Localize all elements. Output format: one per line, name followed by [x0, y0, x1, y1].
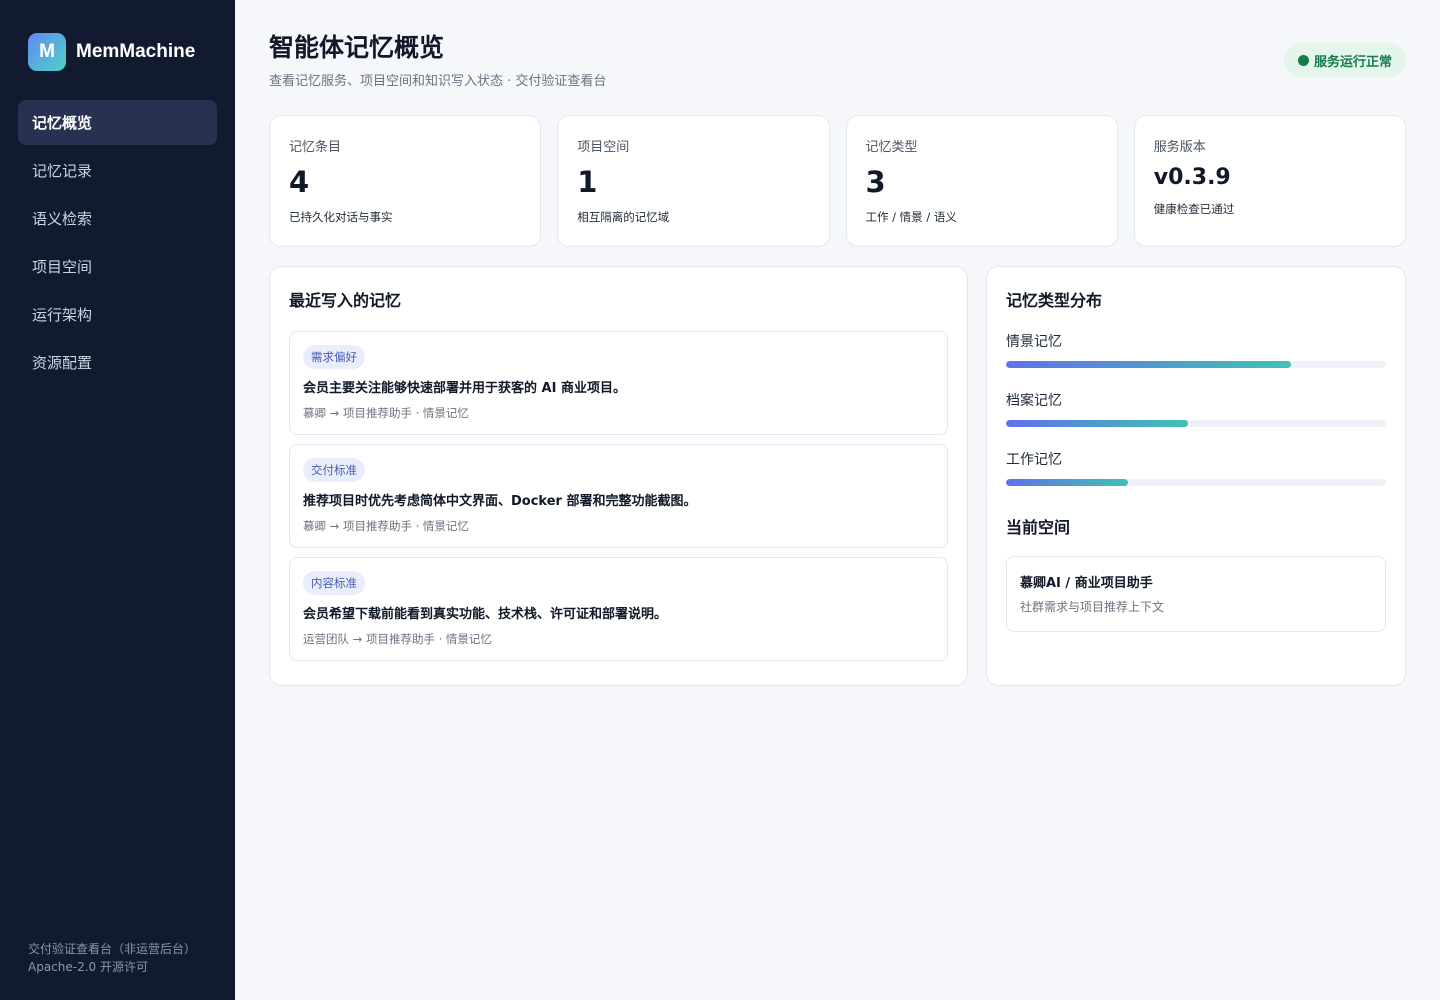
progress-fill — [1006, 479, 1128, 486]
sidebar-item-records[interactable]: 记忆记录 — [18, 148, 217, 193]
sidebar-item-semantic-search[interactable]: 语义检索 — [18, 196, 217, 241]
memory-text: 推荐项目时优先考虑简体中文界面、Docker 部署和完整功能截图。 — [303, 494, 697, 509]
memory-tag: 交付标准 — [303, 458, 365, 482]
sidebar-item-label: 运行架构 — [32, 306, 93, 324]
memory-text: 会员希望下载前能看到真实功能、技术栈、许可证和部署说明。 — [303, 607, 668, 622]
app-root: M MemMachine 记忆概览 记忆记录 语义检索 项目空间 运行架构 资源… — [0, 0, 1440, 1000]
space-name: 慕卿AI / 商业项目助手 — [1020, 576, 1153, 591]
memory-tag: 内容标准 — [303, 571, 365, 595]
memory-text: 会员主要关注能够快速部署并用于获客的 AI 商业项目。 — [303, 381, 626, 396]
list-item[interactable]: 交付标准 推荐项目时优先考虑简体中文界面、Docker 部署和完整功能截图。 慕… — [289, 444, 948, 548]
page-subtitle: 查看记忆服务、项目空间和知识写入状态 · 交付验证查看台 — [269, 74, 607, 89]
memory-tag: 需求偏好 — [303, 345, 365, 369]
status-text: 服务运行正常 — [1313, 54, 1392, 70]
distribution-label: 情景记忆 — [1006, 334, 1062, 350]
footer-license-text: Apache-2.0 开源许可 — [28, 960, 148, 974]
space-description: 社群需求与项目推荐上下文 — [1020, 600, 1165, 614]
stat-card-project-spaces: 项目空间 1 相互隔离的记忆域 — [557, 115, 830, 247]
distribution-row: 工作记忆 — [1006, 449, 1386, 486]
sidebar-item-resources[interactable]: 资源配置 — [18, 340, 217, 385]
stat-value: v0.3.9 — [1153, 165, 1231, 190]
sidebar-item-label: 记忆记录 — [32, 162, 93, 180]
sidebar-item-label: 语义检索 — [32, 210, 93, 228]
memory-list: 需求偏好 会员主要关注能够快速部署并用于获客的 AI 商业项目。 慕卿 → 项目… — [289, 331, 948, 661]
distribution-list: 情景记忆 档案记忆 工作记忆 — [1006, 331, 1386, 486]
progress-track — [1006, 479, 1386, 486]
sidebar-item-label: 记忆概览 — [32, 114, 93, 132]
page-title: 智能体记忆概览 — [269, 33, 445, 62]
progress-fill — [1006, 420, 1189, 427]
stat-value: 3 — [865, 165, 886, 199]
list-item[interactable]: 内容标准 会员希望下载前能看到真实功能、技术栈、许可证和部署说明。 运营团队 →… — [289, 557, 948, 661]
memory-meta: 慕卿 → 项目推荐助手 · 情景记忆 — [303, 519, 469, 533]
list-item[interactable]: 需求偏好 会员主要关注能够快速部署并用于获客的 AI 商业项目。 慕卿 → 项目… — [289, 331, 948, 435]
sidebar-item-architecture[interactable]: 运行架构 — [18, 292, 217, 337]
footer-mode-text: 交付验证查看台（非运营后台） — [28, 942, 197, 956]
stat-card-memory-count: 记忆条目 4 已持久化对话与事实 — [269, 115, 542, 247]
sidebar-item-label: 资源配置 — [32, 354, 93, 372]
memory-type-distribution-panel: 记忆类型分布 情景记忆 档案记忆 工作记忆 当前空间 慕卿AI / 商业项目助手… — [986, 266, 1406, 686]
stat-card-memory-types: 记忆类型 3 工作 / 情景 / 语义 — [845, 115, 1118, 247]
brand-name: MemMachine — [76, 41, 196, 62]
stat-card-service-version: 服务版本 v0.3.9 健康检查已通过 — [1133, 115, 1406, 247]
current-space-title: 当前空间 — [1006, 518, 1071, 537]
stat-note: 工作 / 情景 / 语义 — [865, 210, 957, 224]
sidebar: M MemMachine 记忆概览 记忆记录 语义检索 项目空间 运行架构 资源… — [0, 0, 235, 1000]
stat-note: 相互隔离的记忆域 — [577, 210, 670, 224]
stat-note: 健康检查已通过 — [1153, 202, 1235, 216]
brand[interactable]: M MemMachine — [28, 33, 195, 71]
current-space-card[interactable]: 慕卿AI / 商业项目助手 社群需求与项目推荐上下文 — [1006, 556, 1386, 632]
distribution-label: 工作记忆 — [1006, 452, 1062, 468]
stat-value: 1 — [577, 165, 598, 199]
sidebar-item-projects[interactable]: 项目空间 — [18, 244, 217, 289]
panel-title: 最近写入的记忆 — [289, 291, 402, 310]
stat-value: 4 — [289, 165, 310, 199]
stat-label: 服务版本 — [1153, 140, 1206, 155]
status-dot-icon — [1297, 54, 1309, 66]
main-content: 智能体记忆概览 查看记忆服务、项目空间和知识写入状态 · 交付验证查看台 服务运… — [235, 0, 1440, 1000]
progress-track — [1006, 420, 1386, 427]
sidebar-item-overview[interactable]: 记忆概览 — [18, 100, 217, 145]
stat-label: 记忆类型 — [865, 140, 918, 155]
distribution-row: 档案记忆 — [1006, 390, 1386, 427]
sidebar-item-label: 项目空间 — [32, 258, 93, 276]
distribution-label: 档案记忆 — [1006, 393, 1062, 409]
progress-track — [1006, 361, 1386, 368]
brand-logo: M — [28, 33, 66, 71]
stat-note: 已持久化对话与事实 — [289, 210, 393, 224]
status-badge: 服务运行正常 — [1283, 43, 1406, 77]
recent-memories-panel: 最近写入的记忆 需求偏好 会员主要关注能够快速部署并用于获客的 AI 商业项目。… — [269, 266, 968, 686]
stat-label: 记忆条目 — [289, 140, 342, 155]
panel-title: 记忆类型分布 — [1006, 291, 1103, 310]
memory-meta: 运营团队 → 项目推荐助手 · 情景记忆 — [303, 632, 492, 646]
stats-row: 记忆条目 4 已持久化对话与事实 项目空间 1 相互隔离的记忆域 记忆类型 3 … — [269, 115, 1406, 247]
sidebar-nav: 记忆概览 记忆记录 语义检索 项目空间 运行架构 资源配置 — [18, 100, 217, 388]
memory-meta: 慕卿 → 项目推荐助手 · 情景记忆 — [303, 406, 469, 420]
distribution-row: 情景记忆 — [1006, 331, 1386, 368]
stat-label: 项目空间 — [577, 140, 630, 155]
progress-fill — [1006, 361, 1291, 368]
sidebar-footer: 交付验证查看台（非运营后台） Apache-2.0 开源许可 — [28, 940, 196, 976]
